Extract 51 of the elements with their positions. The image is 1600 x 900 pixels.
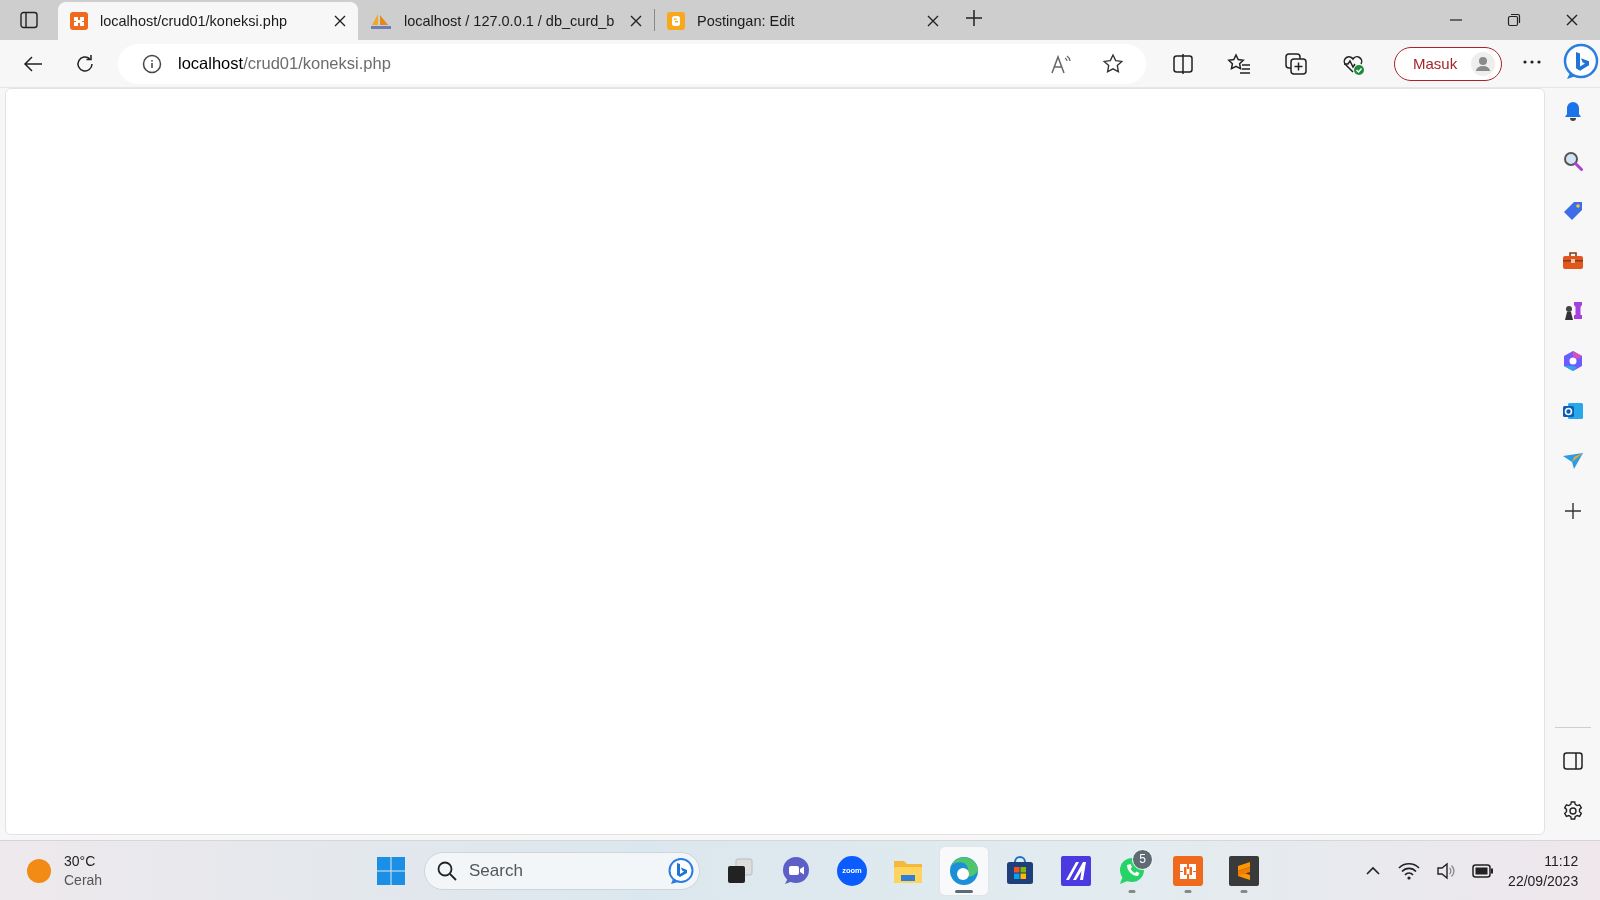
- mail-envelope-icon[interactable]: [1561, 400, 1584, 422]
- weather-condition: Cerah: [64, 870, 103, 890]
- xampp-logo-icon[interactable]: [1173, 855, 1203, 886]
- shopping-bag-icon[interactable]: [1005, 855, 1035, 886]
- new-tab-icon[interactable]: [965, 9, 983, 27]
- sidebar-toggle-icon[interactable]: [1561, 750, 1584, 772]
- tab-title: Postingan: Edit: [697, 13, 796, 29]
- bing-chat-icon[interactable]: [667, 856, 695, 885]
- speaker-icon[interactable]: [1436, 861, 1457, 880]
- split-screen-icon[interactable]: [1172, 52, 1194, 75]
- notification-badge: 5: [1132, 848, 1153, 870]
- tab-title: localhost/crud01/koneksi.php: [100, 13, 288, 29]
- browser-tab[interactable]: localhost / 127.0.0.1 / db_curd_b: [358, 2, 654, 40]
- close-icon[interactable]: [925, 13, 941, 29]
- url-text: localhost/crud01/koneksi.php: [178, 54, 392, 73]
- battery-icon[interactable]: [1472, 863, 1495, 878]
- office-ring-icon[interactable]: [1561, 350, 1584, 372]
- bing-chat-icon[interactable]: [1562, 42, 1600, 81]
- wifi-icon[interactable]: [1398, 861, 1421, 880]
- sign-in-button[interactable]: Masuk: [1394, 46, 1503, 81]
- browser-tab[interactable]: localhost/crud01/koneksi.php: [58, 2, 358, 40]
- clock-date[interactable]: 22/09/2023: [1508, 870, 1579, 891]
- browser-tab[interactable]: Postingan: Edit: [655, 2, 951, 40]
- info-icon[interactable]: [142, 53, 162, 74]
- clock-time[interactable]: 11:12: [1544, 850, 1579, 871]
- slanted-lines-app-icon[interactable]: [1061, 855, 1091, 886]
- video-chat-icon[interactable]: [781, 855, 811, 886]
- close-icon[interactable]: [628, 13, 644, 29]
- magnifier-icon[interactable]: [1561, 150, 1584, 172]
- sublime-logo-icon[interactable]: [1229, 855, 1259, 886]
- restore-icon[interactable]: [1506, 12, 1523, 28]
- avatar-icon[interactable]: [1471, 51, 1496, 76]
- address-bar[interactable]: localhost/crud01/koneksi.php: [118, 43, 1146, 84]
- tab-actions-icon[interactable]: [20, 11, 38, 29]
- close-icon[interactable]: [332, 13, 348, 29]
- collections-icon[interactable]: [1284, 51, 1308, 76]
- search-field[interactable]: Search: [424, 851, 700, 890]
- edge-logo-icon[interactable]: [949, 855, 979, 886]
- settings-icon[interactable]: [1561, 800, 1584, 822]
- favorite-star-icon[interactable]: [1102, 52, 1124, 75]
- temperature-text: 30°C: [64, 851, 97, 871]
- tab-title: localhost / 127.0.0.1 / db_curd_b: [404, 13, 616, 29]
- stacked-windows-icon[interactable]: [727, 857, 753, 884]
- search-icon: [437, 860, 457, 881]
- start-icon[interactable]: [376, 855, 406, 886]
- xampp-logo-icon: [70, 12, 88, 30]
- blogger-logo-icon: [667, 12, 685, 30]
- sailboat-logo-icon: [370, 12, 392, 30]
- toolbox-icon[interactable]: [1561, 250, 1584, 272]
- favorites-icon[interactable]: [1227, 52, 1251, 75]
- refresh-icon[interactable]: [74, 52, 96, 75]
